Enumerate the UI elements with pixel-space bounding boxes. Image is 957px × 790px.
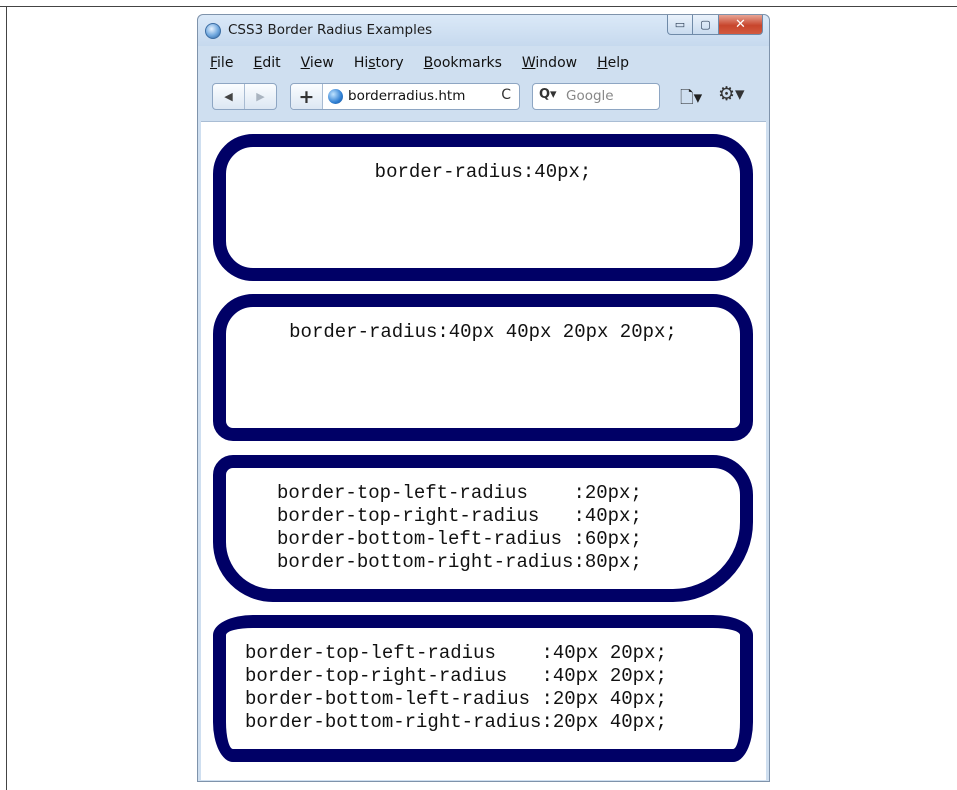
forward-button[interactable]: ▶ bbox=[245, 84, 276, 109]
menu-edit[interactable]: Edit bbox=[253, 51, 280, 75]
window-controls: ▭ ▢ ✕ bbox=[667, 15, 763, 35]
back-button[interactable]: ◀ bbox=[213, 84, 245, 109]
navigation-toolbar: ◀ ▶ + borderradius.htm C Q▾ Google 🗋▾ ⚙▾ bbox=[198, 83, 769, 117]
border-radius-example-3: border-top-left-radius :20px; border-top… bbox=[213, 455, 753, 602]
menu-help[interactable]: Help bbox=[597, 51, 629, 75]
search-icon[interactable]: Q▾ bbox=[539, 87, 557, 102]
window-title: CSS3 Border Radius Examples bbox=[228, 22, 433, 38]
menu-history[interactable]: History bbox=[354, 51, 404, 75]
close-button[interactable]: ✕ bbox=[719, 15, 763, 35]
new-tab-button[interactable]: + bbox=[291, 84, 323, 109]
browser-window: CSS3 Border Radius Examples ▭ ▢ ✕ File E… bbox=[197, 14, 770, 782]
globe-icon bbox=[328, 89, 343, 104]
address-text[interactable]: borderradius.htm bbox=[348, 88, 465, 104]
menu-view[interactable]: View bbox=[301, 51, 334, 75]
border-radius-example-2: border-radius:40px 40px 20px 20px; bbox=[213, 294, 753, 441]
address-bar[interactable]: + borderradius.htm C bbox=[290, 83, 520, 110]
minimize-button[interactable]: ▭ bbox=[667, 15, 693, 35]
menu-window[interactable]: Window bbox=[522, 51, 577, 75]
browser-app-icon bbox=[205, 23, 221, 39]
maximize-button[interactable]: ▢ bbox=[693, 15, 719, 35]
gear-icon[interactable]: ⚙▾ bbox=[718, 83, 745, 105]
page-frame-left bbox=[6, 6, 7, 790]
back-forward-group: ◀ ▶ bbox=[212, 83, 277, 110]
page-content: border-radius:40px; border-radius:40px 4… bbox=[201, 121, 766, 780]
border-radius-example-4: border-top-left-radius :40px 20px; borde… bbox=[213, 615, 753, 762]
title-bar[interactable]: CSS3 Border Radius Examples ▭ ▢ ✕ bbox=[198, 15, 769, 46]
border-radius-example-1: border-radius:40px; bbox=[213, 134, 753, 281]
page-menu-icon[interactable]: 🗋▾ bbox=[680, 85, 702, 114]
menu-bookmarks[interactable]: Bookmarks bbox=[424, 51, 502, 75]
page-frame-top bbox=[0, 6, 957, 7]
menu-file[interactable]: File bbox=[210, 51, 233, 75]
menu-bar: File Edit View History Bookmarks Window … bbox=[198, 51, 769, 75]
search-box[interactable]: Q▾ Google bbox=[532, 83, 660, 110]
search-input[interactable]: Google bbox=[566, 88, 614, 104]
reload-icon[interactable]: C bbox=[501, 87, 511, 103]
